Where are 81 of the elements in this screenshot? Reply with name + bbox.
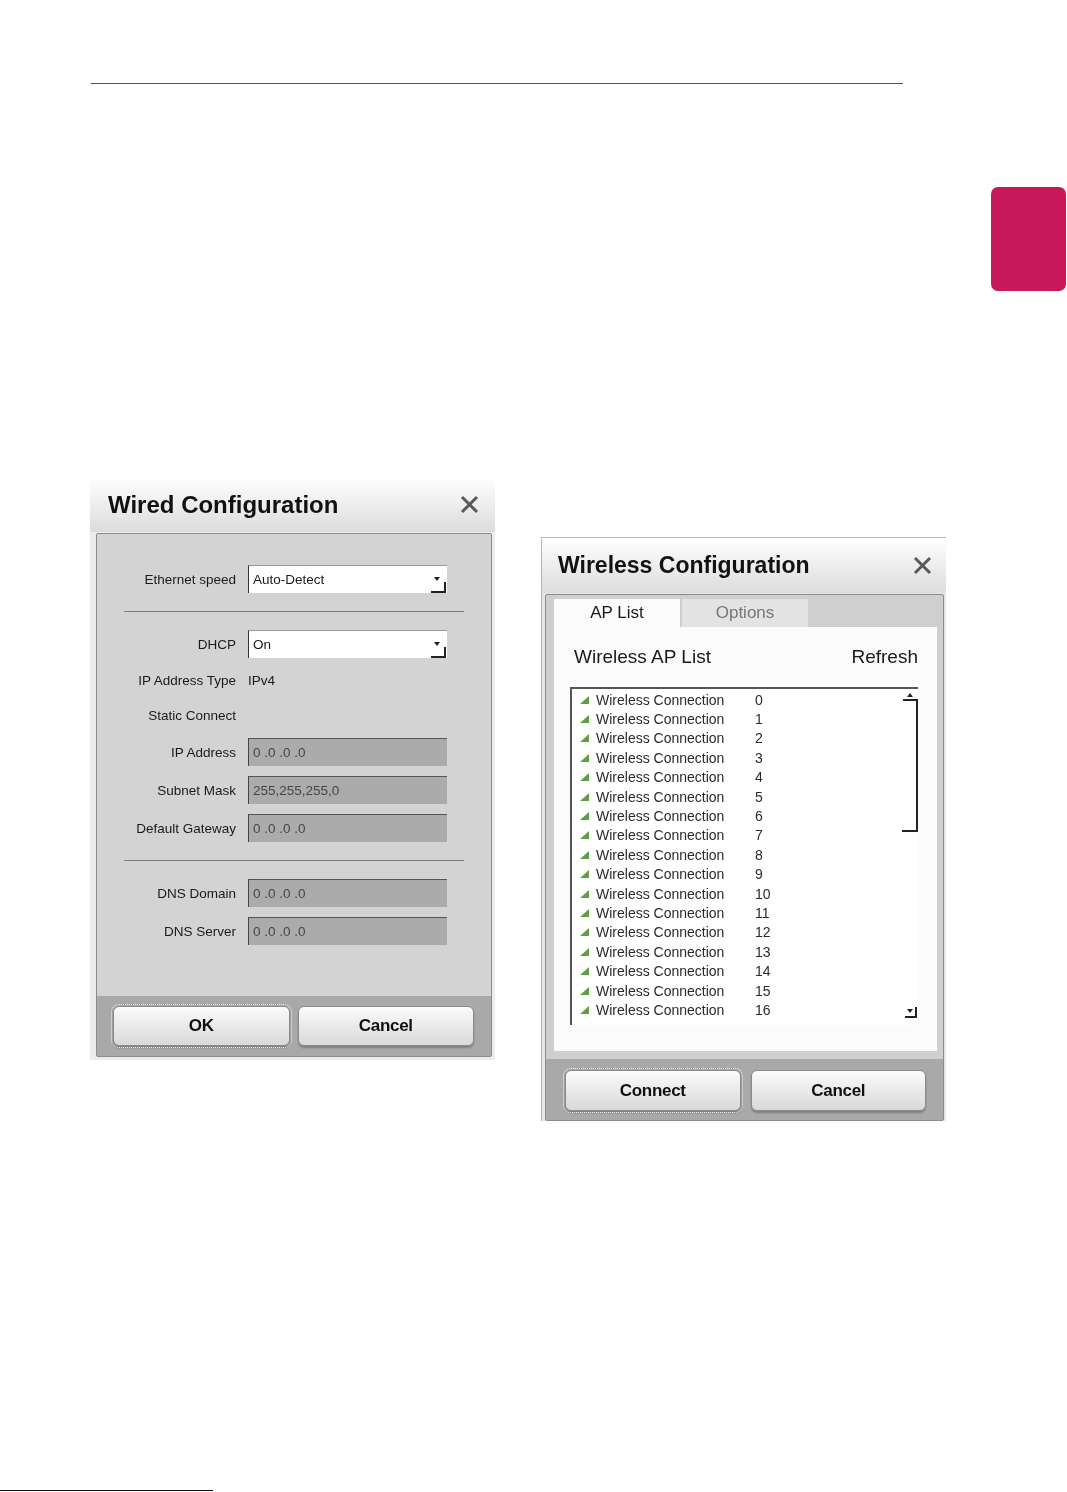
ap-name[interactable]: Wireless Connection <box>596 963 755 980</box>
signal-icon <box>580 1005 589 1014</box>
signal-icon <box>580 773 589 782</box>
ap-name[interactable]: Wireless Connection <box>596 1001 755 1018</box>
refresh-button[interactable]: Refresh <box>851 646 918 668</box>
tab[interactable]: AP List <box>554 599 680 627</box>
ap-number: 16 <box>755 1001 771 1018</box>
form-label: Ethernet speed <box>144 571 236 587</box>
dropdown-arrow-icon <box>430 576 446 593</box>
dialog-button[interactable]: Cancel <box>750 1070 926 1111</box>
close-icon <box>460 495 479 514</box>
ap-name[interactable]: Wireless Connection <box>596 905 755 921</box>
scrollbar-thumb[interactable] <box>902 701 918 832</box>
ap-name[interactable]: Wireless Connection <box>596 691 755 708</box>
scroll-down-icon[interactable] <box>902 1005 918 1019</box>
tab[interactable]: Options <box>682 599 808 627</box>
signal-icon <box>580 889 589 898</box>
close-button[interactable] <box>460 495 479 514</box>
signal-icon <box>580 986 589 995</box>
ap-name[interactable]: Wireless Connection <box>596 943 755 960</box>
ap-number: 2 <box>755 730 763 747</box>
ap-name[interactable]: Wireless Connection <box>596 730 755 747</box>
signal-icon <box>580 928 589 937</box>
dialog-title: Wireless Configuration <box>558 552 810 579</box>
signal-icon <box>580 812 589 821</box>
form-label: DHCP <box>197 636 236 652</box>
ap-number: 9 <box>755 866 763 883</box>
ap-number: 13 <box>755 943 771 960</box>
ap-name[interactable]: Wireless Connection <box>596 982 755 999</box>
form-label: DNS Domain <box>157 885 236 901</box>
ap-number: 11 <box>755 905 770 921</box>
ap-number: 12 <box>755 924 771 941</box>
ap-name[interactable]: Wireless Connection <box>596 866 755 883</box>
signal-icon <box>580 947 589 956</box>
ap-number: 0 <box>755 691 763 708</box>
ap-number: 5 <box>755 788 763 805</box>
ap-number: 4 <box>755 769 763 786</box>
signal-icon <box>580 967 589 976</box>
ap-name[interactable]: Wireless Connection <box>596 827 755 844</box>
signal-icon <box>580 753 589 762</box>
ap-number: 6 <box>755 808 763 825</box>
ap-name[interactable]: Wireless Connection <box>596 769 755 786</box>
ap-number: 15 <box>755 982 771 999</box>
form-label: Subnet Mask <box>157 782 236 798</box>
signal-icon <box>580 831 589 840</box>
signal-icon <box>580 870 589 879</box>
signal-icon <box>580 734 589 743</box>
dialog-button[interactable]: Cancel <box>297 1006 474 1046</box>
ap-number: 3 <box>755 749 763 766</box>
ap-name[interactable]: Wireless Connection <box>596 924 755 941</box>
ap-name[interactable]: Wireless Connection <box>596 749 755 766</box>
form-value: IPv4 <box>248 673 275 688</box>
dropdown-arrow-icon <box>430 641 446 658</box>
form-label: DNS Server <box>164 923 236 939</box>
signal-icon <box>580 695 589 704</box>
close-icon <box>913 556 932 575</box>
form-heading: Static Connect <box>148 708 236 723</box>
dialog-button[interactable]: OK <box>113 1006 290 1046</box>
ap-number: 7 <box>755 827 763 844</box>
ap-name[interactable]: Wireless Connection <box>596 885 755 902</box>
ap-name[interactable]: Wireless Connection <box>596 788 755 805</box>
dialog-title: Wired Configuration <box>108 490 339 519</box>
ap-name[interactable]: Wireless Connection <box>596 846 755 863</box>
select-dropdown[interactable]: On <box>248 630 447 658</box>
signal-icon <box>580 715 589 724</box>
ap-number: 8 <box>755 846 763 863</box>
close-button[interactable] <box>913 556 932 575</box>
ap-name[interactable]: Wireless Connection <box>596 808 755 825</box>
list-title: Wireless AP List <box>574 646 711 668</box>
ap-number: 14 <box>755 963 771 980</box>
signal-icon <box>580 850 589 859</box>
dialog-button[interactable]: Connect <box>565 1070 741 1111</box>
ap-number: 1 <box>755 711 763 728</box>
ap-name[interactable]: Wireless Connection <box>596 711 755 728</box>
signal-icon <box>580 792 589 801</box>
form-label: IP Address Type <box>138 673 236 688</box>
select-dropdown[interactable]: Auto-Detect <box>248 565 447 593</box>
form-label: IP Address <box>170 744 236 760</box>
ap-number: 10 <box>755 885 771 902</box>
signal-icon <box>580 909 589 917</box>
form-label: Default Gateway <box>136 820 236 836</box>
